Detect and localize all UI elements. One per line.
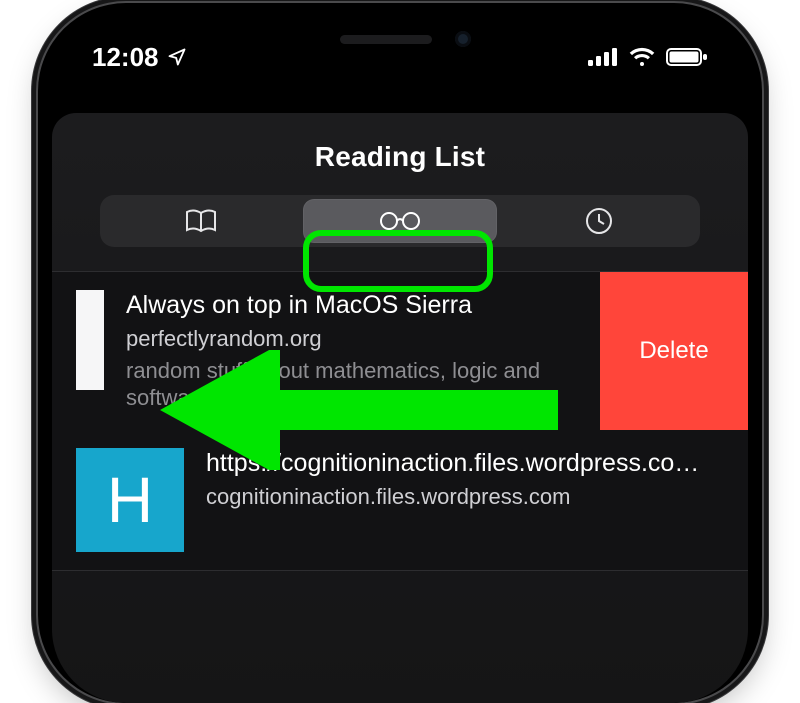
list-item[interactable]: Always on top in MacOS Sierra perfectlyr… [52,272,748,430]
tab-reading-list[interactable] [303,199,498,243]
item-text: Always on top in MacOS Sierra perfectlyr… [126,290,576,412]
location-icon [167,47,187,67]
segmented-control [100,195,700,247]
item-thumbnail [76,290,104,390]
item-description: random stuff about mathematics, logic an… [126,357,576,412]
status-left: 12:08 [92,42,187,73]
delete-label: Delete [639,337,708,365]
tab-history[interactable] [501,199,696,243]
reading-list-items: Always on top in MacOS Sierra perfectlyr… [52,271,748,571]
phone-screen: 12:08 Reading List [52,17,748,703]
item-avatar: H [76,448,184,552]
item-title: https://cognitioninaction.files.wordpres… [206,448,724,479]
phone-notch [255,17,545,59]
cellular-icon [588,48,618,66]
item-site: perfectlyrandom.org [126,325,576,353]
list-item[interactable]: H https://cognitioninaction.files.wordpr… [52,430,748,571]
phone-frame: 12:08 Reading List [38,3,762,703]
clock-icon [584,206,614,236]
item-text: https://cognitioninaction.files.wordpres… [206,448,724,552]
item-title: Always on top in MacOS Sierra [126,290,576,321]
sheet-header: Reading List [52,113,748,247]
delete-button[interactable]: Delete [600,272,748,430]
item-site: cognitioninaction.files.wordpress.com [206,483,724,511]
wifi-icon [628,47,656,67]
avatar-letter: H [107,463,153,537]
reading-list-sheet: Reading List [52,113,748,703]
page-title: Reading List [76,141,724,173]
status-right [588,47,708,67]
book-icon [183,207,219,235]
status-time: 12:08 [92,42,159,73]
battery-icon [666,47,708,67]
tab-bookmarks[interactable] [104,199,299,243]
glasses-icon [374,209,426,233]
